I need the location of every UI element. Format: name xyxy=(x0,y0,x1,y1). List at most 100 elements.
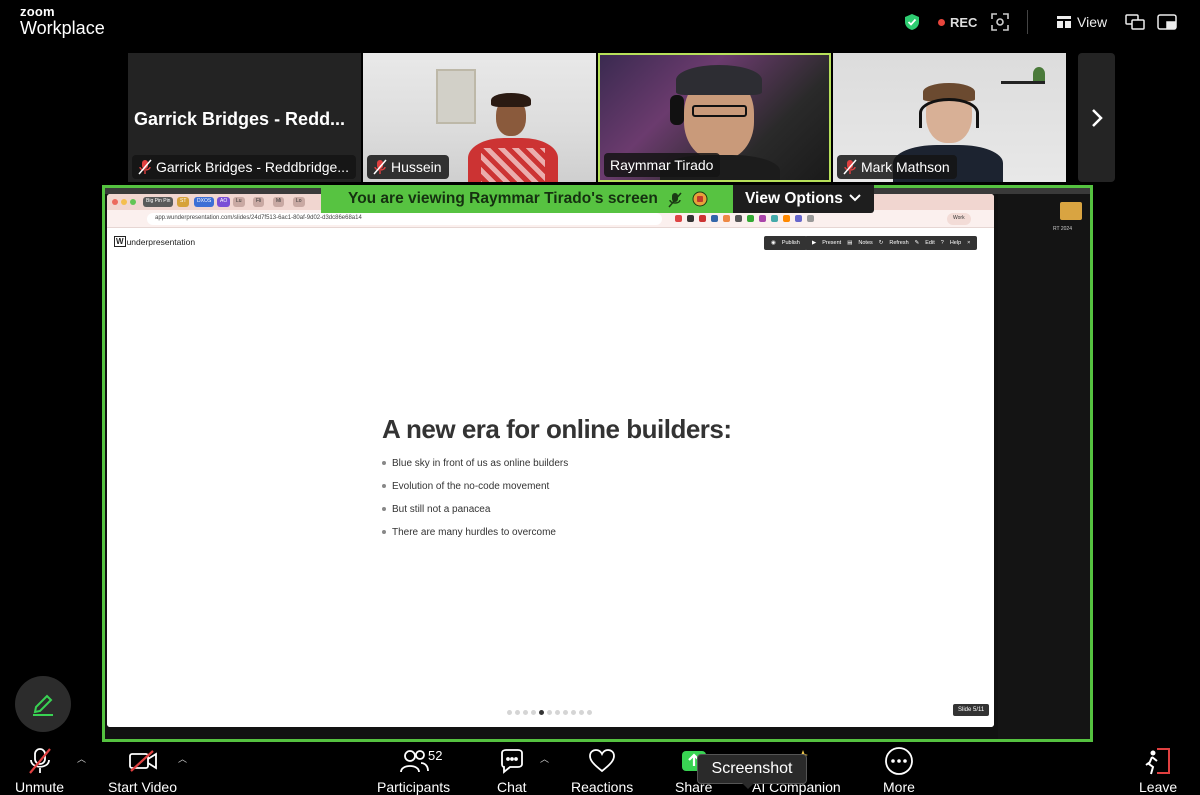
participant-name: Hussein xyxy=(391,159,442,175)
zoom-logo: zoom Workplace xyxy=(20,5,105,37)
slide-dot xyxy=(563,710,568,715)
slide-dot xyxy=(515,710,520,715)
chat-label: Chat xyxy=(497,779,527,795)
audio-options-chevron-icon[interactable]: ︿ xyxy=(77,752,86,765)
annotate-button[interactable] xyxy=(15,676,71,732)
edit-label: Edit xyxy=(925,240,935,246)
shared-screen-content: RT 2024 Big Pin Pin ST DXOS AO Lu Fli Mi… xyxy=(105,188,1090,739)
brand-bottom: Workplace xyxy=(20,18,105,38)
slide-dot xyxy=(587,710,592,715)
participant-tile-hussein[interactable]: Hussein xyxy=(363,53,596,182)
extension-icon xyxy=(807,215,814,222)
help-icon: ? xyxy=(940,240,944,246)
slide-dot xyxy=(555,710,560,715)
present-label: Present xyxy=(822,240,842,246)
edit-icon: ✎ xyxy=(914,240,920,246)
presentation-page: W underpresentation ◉ Publish ▶ Present ▤ N… xyxy=(107,228,994,727)
reactions-label: Reactions xyxy=(571,779,634,795)
tab-group: AO xyxy=(217,197,231,207)
leave-label: Leave xyxy=(1139,779,1178,795)
extension-icon xyxy=(759,215,766,222)
reactions-button[interactable]: Reactions xyxy=(571,746,633,795)
more-label: More xyxy=(883,779,915,795)
tab-group: ST xyxy=(177,197,190,207)
extension-icon xyxy=(747,215,754,222)
publish-button: ◉ Publish xyxy=(764,236,807,250)
bullet-dot-icon xyxy=(382,530,386,534)
stop-share-icon[interactable] xyxy=(692,191,708,207)
participant-nameplate: Raymmar Tirado xyxy=(604,153,721,177)
gallery-next-button[interactable] xyxy=(1078,53,1115,182)
slide-title: A new era for online builders: xyxy=(382,414,732,444)
eye-icon: ◉ xyxy=(771,240,776,246)
view-options-label: View Options xyxy=(745,190,843,207)
slide-bullets: Blue sky in front of us as online builde… xyxy=(382,458,568,550)
bullet-item: There are many hurdles to overcome xyxy=(382,527,568,550)
slide-dot xyxy=(539,710,544,715)
bullet-text: Blue sky in front of us as online builde… xyxy=(392,458,569,469)
viewing-text: You are viewing Raymmar Tirado's screen xyxy=(348,190,658,207)
participant-tile-raymmar[interactable]: Raymmar Tirado xyxy=(598,53,831,182)
participant-tile-garrick[interactable]: Garrick Bridges - Redd... Garrick Bridge… xyxy=(128,53,361,182)
view-options-button[interactable]: View Options xyxy=(733,185,874,213)
tab-group: DXOS xyxy=(194,197,215,207)
leave-button[interactable]: Leave xyxy=(1139,746,1177,795)
help-label: Help xyxy=(949,240,962,246)
notes-icon: ▤ xyxy=(847,240,853,246)
desktop-area xyxy=(998,194,1090,739)
encryption-shield-icon[interactable] xyxy=(904,10,920,34)
expand-icon[interactable] xyxy=(990,10,1010,34)
participants-icon xyxy=(399,750,429,773)
participants-count: 52 xyxy=(428,748,443,763)
participant-nameplate: Garrick Bridges - Reddbridge... xyxy=(132,155,356,179)
participant-name: Raymmar Tirado xyxy=(610,157,714,173)
extension-icon xyxy=(699,215,706,222)
bullet-item: Blue sky in front of us as online builde… xyxy=(382,458,568,481)
mic-muted-icon xyxy=(138,159,152,175)
slide-dot xyxy=(507,710,512,715)
start-video-button[interactable]: Start Video xyxy=(108,746,177,795)
play-icon: ▶ xyxy=(812,240,817,246)
extension-icon xyxy=(675,215,682,222)
unmute-button[interactable]: Unmute xyxy=(15,746,64,795)
rec-dot-icon xyxy=(938,18,945,26)
view-button[interactable]: View xyxy=(1057,10,1107,34)
close-dot-icon xyxy=(112,199,118,205)
minimize-icon[interactable] xyxy=(1157,10,1177,34)
bullet-item: But still not a panacea xyxy=(382,504,568,527)
bullet-dot-icon xyxy=(382,507,386,511)
extension-icon xyxy=(783,215,790,222)
leave-door-icon xyxy=(1145,748,1171,775)
rec-label: REC xyxy=(950,14,978,30)
pip-icon[interactable] xyxy=(1125,10,1145,34)
recording-indicator[interactable]: REC xyxy=(938,10,977,34)
mic-muted-icon xyxy=(28,748,51,774)
slide-dot xyxy=(531,710,536,715)
chevron-down-icon xyxy=(849,194,861,202)
pencil-icon xyxy=(33,694,53,716)
start-video-label: Start Video xyxy=(108,779,178,795)
mic-muted-icon xyxy=(373,159,387,175)
tab: Lu xyxy=(233,197,245,207)
participant-tile-mark[interactable]: Mark Mathson xyxy=(833,53,1066,182)
brand-top: zoom xyxy=(20,4,55,19)
unmute-label: Unmute xyxy=(15,779,65,795)
participants-label: Participants xyxy=(377,779,451,795)
chat-options-chevron-icon[interactable]: ︿ xyxy=(540,752,549,765)
mic-muted-icon xyxy=(668,192,682,208)
meeting-toolbar: Unmute ︿ Start Video ︿ Participants 52 C… xyxy=(0,742,1200,795)
minimize-dot-icon xyxy=(121,199,127,205)
chat-button[interactable]: Chat xyxy=(497,746,527,795)
topbar-divider xyxy=(1027,10,1028,34)
bullet-dot-icon xyxy=(382,484,386,488)
video-options-chevron-icon[interactable]: ︿ xyxy=(178,752,187,765)
shared-screen[interactable]: RT 2024 Big Pin Pin ST DXOS AO Lu Fli Mi… xyxy=(102,185,1093,742)
bullet-text: Evolution of the no-code movement xyxy=(392,481,550,492)
close-icon: × xyxy=(967,240,971,246)
more-icon xyxy=(885,747,913,775)
view-label: View xyxy=(1077,14,1108,30)
participant-name: Garrick Bridges - Reddbridge... xyxy=(156,159,349,175)
top-bar: zoom Workplace REC View xyxy=(0,0,1200,48)
more-button[interactable]: More xyxy=(883,746,915,795)
tab: Mi xyxy=(273,197,285,207)
